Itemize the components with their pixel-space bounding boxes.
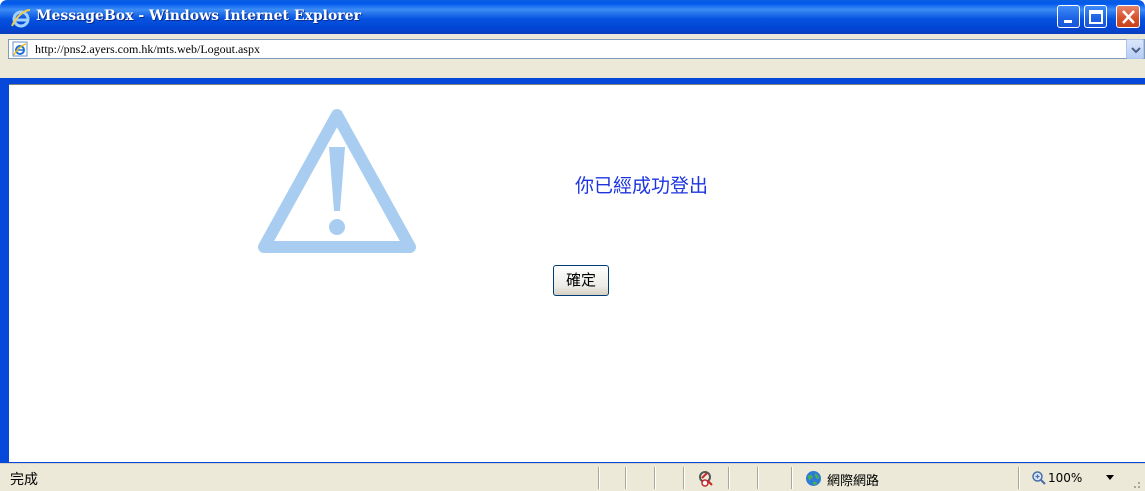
status-separator <box>683 467 685 489</box>
maximize-button[interactable] <box>1084 5 1107 28</box>
status-separator <box>728 467 730 489</box>
ie-page-icon <box>12 41 28 57</box>
window-title: MessageBox - Windows Internet Explorer <box>36 8 361 24</box>
status-separator <box>791 467 793 489</box>
zoom-level[interactable]: 100% <box>1048 471 1082 485</box>
address-url: http://pns2.ayers.com.hk/mts.web/Logout.… <box>35 42 260 56</box>
status-separator <box>654 467 656 489</box>
address-bar: http://pns2.ayers.com.hk/mts.web/Logout.… <box>0 34 1145 78</box>
minimize-icon <box>1064 20 1072 23</box>
zoom-magnifier-icon[interactable] <box>1031 470 1047 486</box>
ie-logo-icon <box>11 9 31 28</box>
warning-triangle-icon <box>258 109 416 253</box>
logout-message: 你已經成功登出 <box>575 175 709 197</box>
ok-button[interactable]: 確定 <box>553 265 609 296</box>
status-separator <box>625 467 627 489</box>
status-separator <box>757 467 759 489</box>
close-button[interactable] <box>1116 5 1140 28</box>
zoom-dropdown-icon[interactable] <box>1106 475 1114 481</box>
page-content: 你已經成功登出 確定 <box>9 84 1145 462</box>
resize-grip-icon[interactable] <box>1128 476 1142 490</box>
status-separator <box>1018 467 1020 489</box>
privacy-report-icon[interactable] <box>696 468 716 488</box>
status-text: 完成 <box>10 472 38 488</box>
status-bar: 完成 網際網路 100% <box>0 463 1145 491</box>
address-field[interactable]: http://pns2.ayers.com.hk/mts.web/Logout.… <box>8 39 1145 59</box>
status-separator <box>598 467 600 489</box>
maximize-icon <box>1089 10 1103 24</box>
globe-icon <box>806 471 821 486</box>
address-dropdown-button[interactable] <box>1126 39 1144 59</box>
chevron-down-icon <box>1131 47 1141 54</box>
title-bar: MessageBox - Windows Internet Explorer <box>0 0 1145 34</box>
close-icon <box>1122 10 1135 24</box>
zone-label: 網際網路 <box>827 474 880 489</box>
minimize-button[interactable] <box>1057 5 1080 28</box>
